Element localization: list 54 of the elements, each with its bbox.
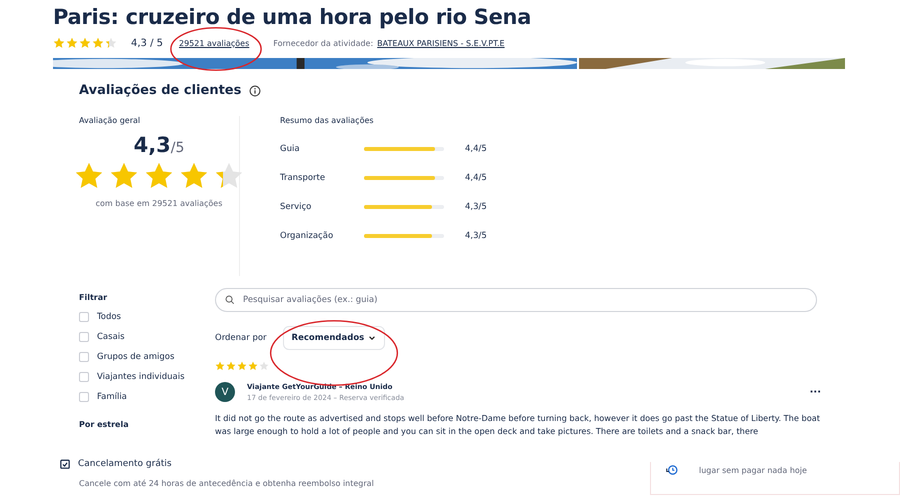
- filter-option[interactable]: Viajantes individuais: [97, 372, 185, 382]
- section-heading: Avaliações de clientes: [79, 83, 242, 98]
- checkbox[interactable]: [79, 392, 89, 402]
- review-count: com base em 29521 avaliações: [96, 199, 222, 208]
- star-icon: [226, 361, 236, 371]
- supplier-label: Fornecedor da atividade:: [273, 38, 374, 48]
- category-name: Guia: [280, 144, 301, 154]
- avatar: V: [215, 382, 235, 402]
- filter-option[interactable]: Família: [97, 392, 127, 402]
- star-icon: [215, 361, 225, 371]
- star-icon: [53, 37, 65, 49]
- cancellation-text: Cancele com até 24 horas de antecedência e obtenha reembolso integral: [79, 479, 375, 488]
- reviews-link[interactable]: 29521 avaliações: [179, 38, 250, 48]
- filter-option[interactable]: Todos: [97, 312, 121, 322]
- info-icon[interactable]: [249, 84, 262, 96]
- caret-icon: [368, 334, 376, 342]
- filter-option[interactable]: Casais: [97, 332, 125, 342]
- overall-label: Avaliação geral: [79, 116, 140, 125]
- category-score: 4,3/5: [465, 202, 487, 212]
- calendar-check-icon: [60, 459, 70, 469]
- cancellation-title: Cancelamento grátis: [78, 459, 172, 469]
- star-icon: [237, 361, 247, 371]
- star-icon: [105, 37, 117, 49]
- star-icon: [66, 37, 78, 49]
- sort-label: Ordenar por: [215, 333, 267, 343]
- category-name: Organização: [280, 231, 334, 241]
- page-title: Paris: cruzeiro de uma hora pelo rio Sena: [52, 4, 532, 29]
- review-text: It did not go the route as advertised and stops well before Notre-Dame before turning back, however it does go past the Statue of Liberty. The boat was large enough to hold a lot of people and you can sit in the open deck and take pictures. There are toilets and a snack bar, there: [215, 412, 821, 437]
- filter-label: Filtrar: [79, 293, 108, 302]
- star-icon: [79, 37, 91, 49]
- sort-dropdown[interactable]: Recomendados: [282, 326, 386, 350]
- filter-option[interactable]: Grupos de amigos: [97, 352, 174, 362]
- category-name: Serviço: [280, 202, 312, 212]
- filter-label: Por estrela: [79, 420, 130, 429]
- more-button[interactable]: ···: [810, 386, 821, 398]
- checkbox[interactable]: [79, 372, 89, 382]
- checkbox[interactable]: [79, 352, 89, 362]
- checkbox[interactable]: [79, 312, 89, 322]
- rating-score: 4,3 / 5: [131, 38, 163, 48]
- summary-label: Resumo das avaliações: [280, 116, 375, 125]
- search-field[interactable]: Pesquisar avaliações (ex.: guia): [215, 288, 817, 312]
- card-text: lugar sem pagar nada hoje: [699, 466, 807, 475]
- checkbox[interactable]: [79, 332, 89, 342]
- category-score: 4,4/5: [465, 173, 487, 183]
- clock-icon: [665, 464, 679, 476]
- category-score: 4,3/5: [465, 231, 487, 241]
- search-icon: [225, 295, 235, 305]
- supplier-link[interactable]: BATEAUX PARISIENS - S.E.V.PT.E: [377, 38, 505, 48]
- category-name: Transporte: [280, 173, 326, 183]
- overall-score: 4,3/5: [134, 133, 184, 157]
- star-icon: [248, 361, 258, 371]
- star-icon: [259, 361, 269, 371]
- category-score: 4,4/5: [465, 144, 487, 154]
- star-icon: [92, 37, 104, 49]
